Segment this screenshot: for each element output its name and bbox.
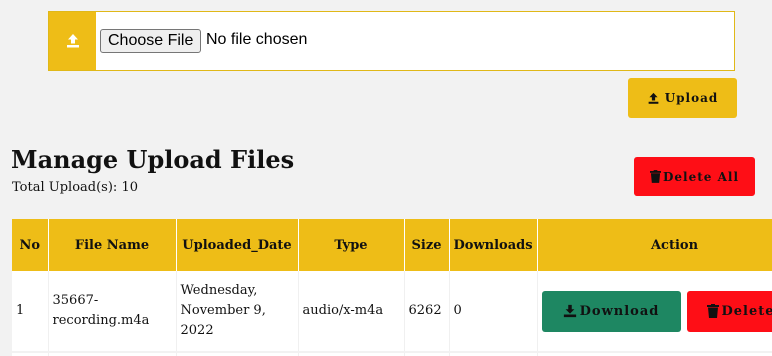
- file-status-text: No file chosen: [206, 31, 308, 48]
- header-size: Size: [404, 219, 450, 271]
- total-uploads-count: 10: [121, 180, 138, 195]
- upload-button-label: Upload: [664, 91, 719, 105]
- cell-action: Download Delete: [537, 271, 772, 352]
- cell-file-name: 35667-recording.m4a: [48, 271, 177, 352]
- cell-size: 6262: [404, 271, 450, 352]
- header-action: Action: [537, 219, 772, 271]
- files-table: No File Name Uploaded_Date Type Size Dow…: [12, 219, 772, 356]
- table-row: 1 35667-recording.m4a Wednesday, Novembe…: [12, 271, 772, 352]
- choose-file-button[interactable]: Choose File: [100, 29, 202, 53]
- cell-downloads: 0: [449, 271, 538, 352]
- header-no: No: [12, 219, 49, 271]
- total-uploads-label: Total Upload(s):: [12, 180, 118, 195]
- download-button[interactable]: Download: [541, 290, 681, 332]
- page-title: Manage Upload Files: [11, 145, 295, 174]
- file-upload-bar: Choose File No file chosen: [48, 11, 735, 71]
- upload-icon: [49, 12, 96, 70]
- delete-button-label: Delete: [721, 303, 772, 319]
- trash-icon: [706, 304, 719, 318]
- download-icon: [563, 304, 577, 318]
- header-file-name: File Name: [48, 219, 177, 271]
- table-row: [12, 351, 772, 356]
- cell-uploaded-date: Wednesday, November 9, 2022: [176, 271, 299, 352]
- table-header-row: No File Name Uploaded_Date Type Size Dow…: [12, 219, 772, 271]
- header-uploaded-date: Uploaded_Date: [176, 219, 299, 271]
- total-uploads: Total Upload(s): 10: [12, 180, 138, 195]
- delete-all-label: Delete All: [662, 169, 740, 184]
- cell-type: audio/x-m4a: [298, 271, 405, 352]
- cell-no: 1: [12, 271, 49, 352]
- upload-icon: [647, 92, 660, 105]
- files-table-container: No File Name Uploaded_Date Type Size Dow…: [12, 219, 772, 356]
- delete-button[interactable]: Delete: [686, 290, 772, 332]
- header-downloads: Downloads: [449, 219, 538, 271]
- trash-icon: [649, 170, 661, 183]
- download-button-label: Download: [579, 303, 660, 319]
- header-type: Type: [298, 219, 405, 271]
- delete-all-button[interactable]: Delete All: [634, 157, 755, 196]
- upload-button[interactable]: Upload: [628, 78, 737, 118]
